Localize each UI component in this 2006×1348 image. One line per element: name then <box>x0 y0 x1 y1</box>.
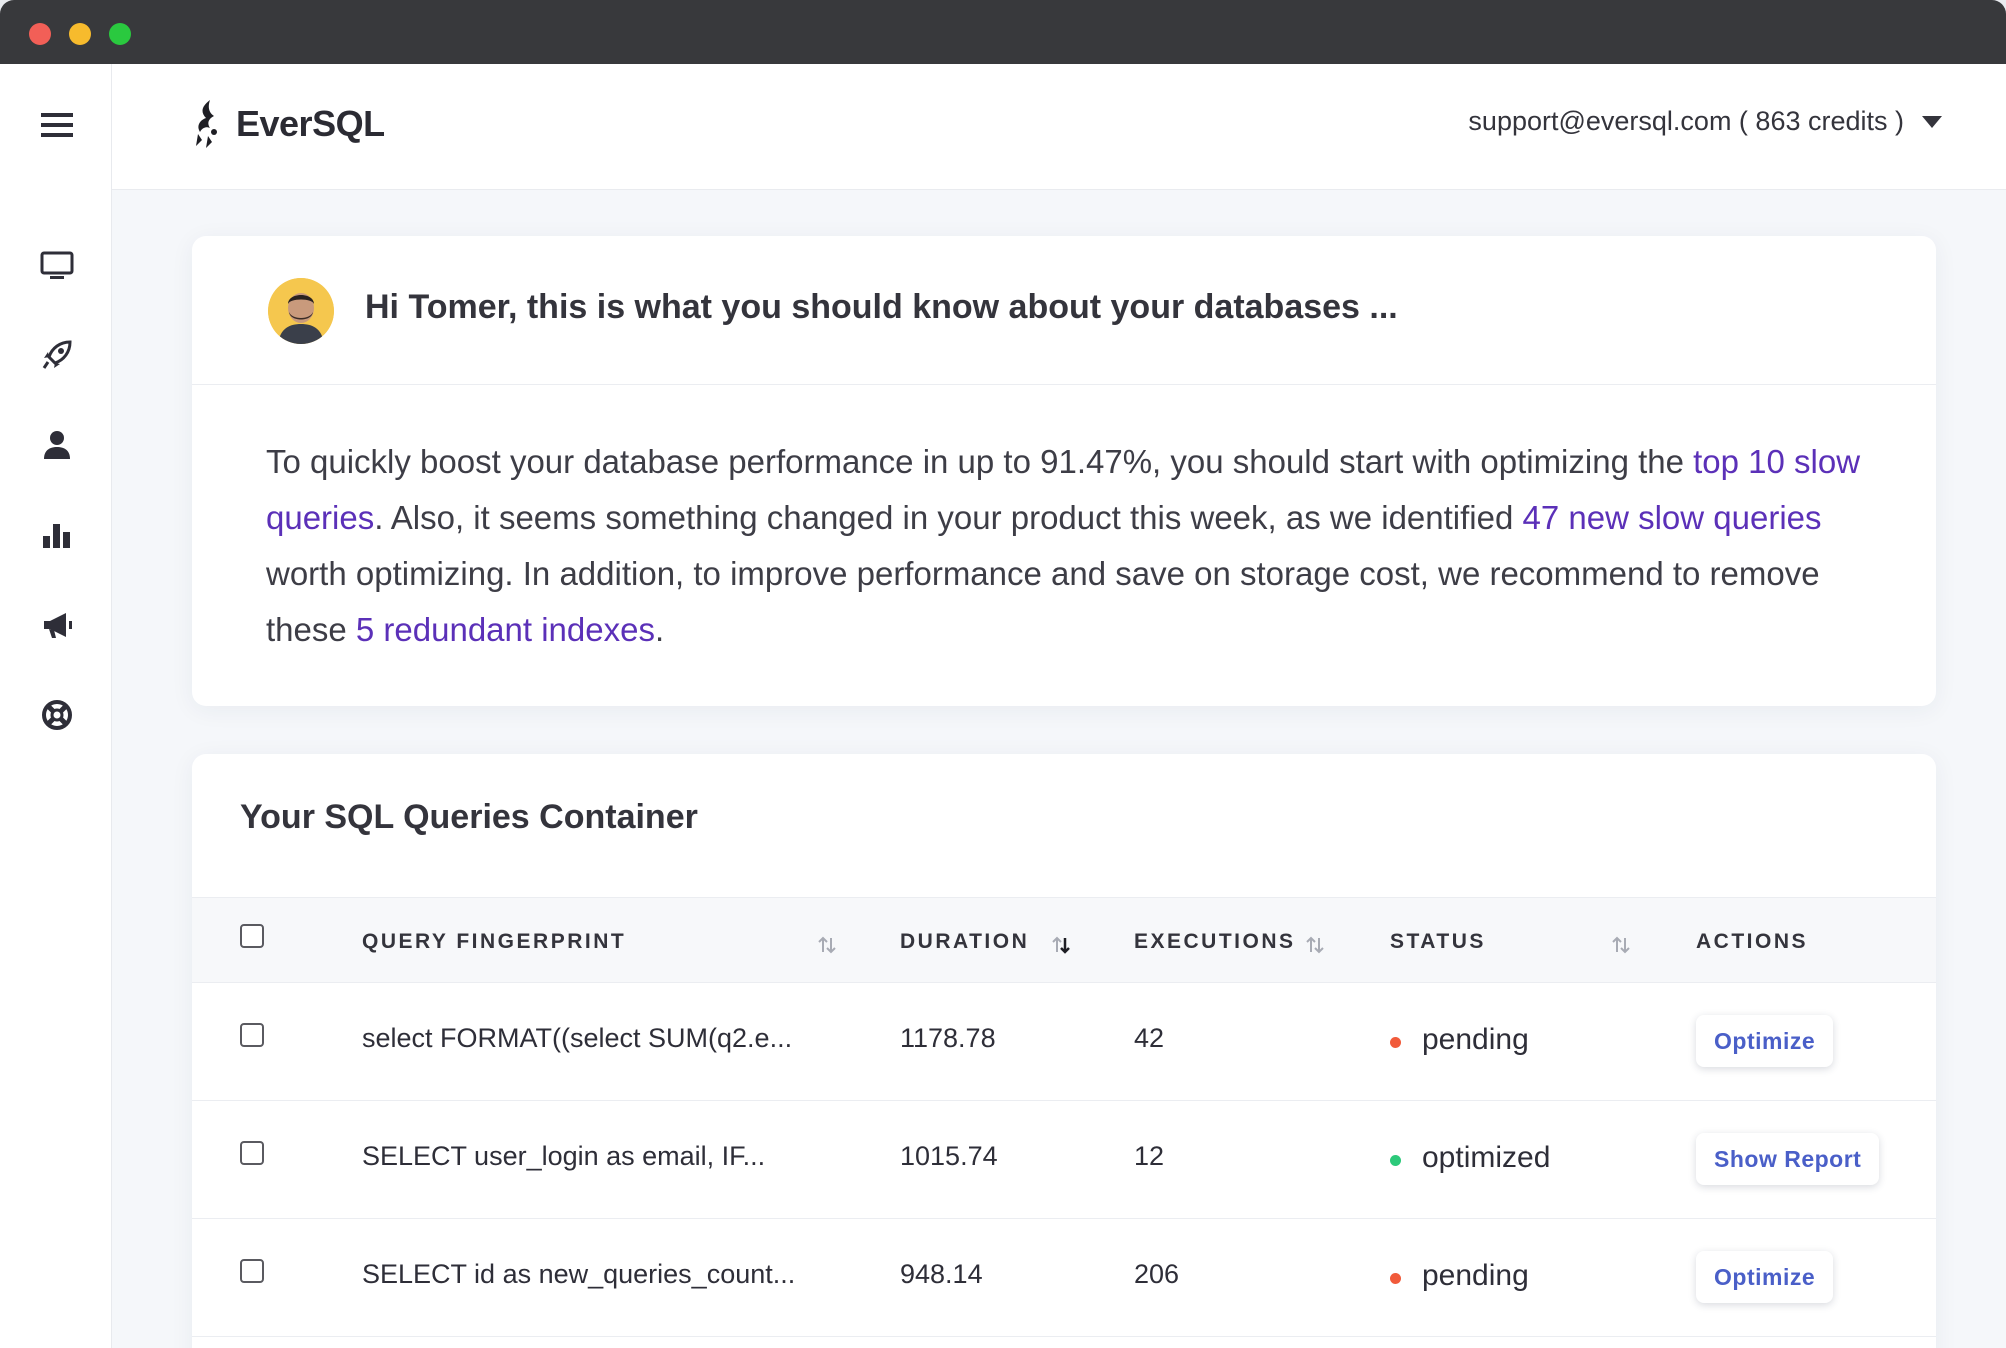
column-header-duration[interactable]: DURATION <box>900 930 1029 954</box>
account-label: support@eversql.com ( 863 credits ) <box>1468 106 1904 136</box>
queries-title: Your SQL Queries Container <box>240 798 698 836</box>
optimize-button[interactable]: Optimize <box>1696 1251 1834 1303</box>
insights-paragraph: To quickly boost your database performan… <box>266 434 1866 658</box>
monitor-icon[interactable] <box>38 246 76 284</box>
query-fingerprint: select FORMAT((select SUM(q2.e... <box>362 1023 793 1053</box>
minimize-window-button[interactable] <box>69 23 91 45</box>
insights-header: Hi Tomer, this is what you should know a… <box>192 236 1936 385</box>
select-all-checkbox[interactable] <box>240 924 264 948</box>
title-bar <box>0 0 2006 64</box>
query-status: pending <box>1422 1259 1529 1292</box>
app-name: EverSQL <box>236 103 385 144</box>
status-dot <box>1390 1037 1401 1048</box>
query-fingerprint: SELECT user_login as email, IF... <box>362 1141 766 1171</box>
maximize-window-button[interactable] <box>109 23 131 45</box>
query-executions: 42 <box>1134 1023 1165 1053</box>
lifebuoy-icon[interactable] <box>38 696 76 734</box>
table-header: QUERY FINGERPRINT DURATION EXECUTIONS ST… <box>192 897 1936 983</box>
megaphone-icon[interactable] <box>38 606 76 644</box>
query-duration: 1178.78 <box>900 1023 996 1053</box>
new-slow-queries-link[interactable]: 47 new slow queries <box>1523 499 1822 536</box>
sort-icon[interactable] <box>1610 934 1632 956</box>
user-icon[interactable] <box>38 426 76 464</box>
bar-chart-icon[interactable] <box>38 516 76 554</box>
row-checkbox[interactable] <box>240 1023 264 1047</box>
rocket-icon[interactable] <box>38 336 76 374</box>
status-dot <box>1390 1155 1401 1166</box>
insight-text-4: . <box>654 611 665 648</box>
avatar <box>268 278 334 344</box>
caret-down-icon <box>1922 115 1942 128</box>
query-executions: 206 <box>1134 1259 1180 1289</box>
sort-icon[interactable] <box>1304 934 1326 956</box>
menu-icon[interactable] <box>38 106 76 144</box>
optimize-button[interactable]: Optimize <box>1696 1015 1834 1067</box>
sort-desc-icon[interactable] <box>1050 934 1072 956</box>
table-row: select FORMAT((select SUM(q2.e... 1178.7… <box>192 983 1936 1101</box>
table-row: SELECT user_login as email, IF... 1015.7… <box>192 1101 1936 1219</box>
app-window: EverSQL support@eversql.com ( 863 credit… <box>0 0 2006 1348</box>
query-fingerprint: SELECT id as new_queries_count... <box>362 1259 796 1289</box>
column-header-executions[interactable]: EXECUTIONS <box>1134 930 1296 954</box>
query-duration: 948.14 <box>900 1259 983 1289</box>
sidebar <box>0 64 112 1348</box>
insights-card: Hi Tomer, this is what you should know a… <box>192 236 1936 706</box>
greeting-heading: Hi Tomer, this is what you should know a… <box>365 288 1398 326</box>
account-menu[interactable]: support@eversql.com ( 863 credits ) <box>1468 106 1942 137</box>
sort-icon[interactable] <box>816 934 838 956</box>
query-executions: 12 <box>1134 1141 1165 1171</box>
redundant-indexes-link[interactable]: 5 redundant indexes <box>356 611 655 648</box>
close-window-button[interactable] <box>29 23 51 45</box>
show-report-button[interactable]: Show Report <box>1696 1133 1880 1185</box>
status-dot <box>1390 1273 1401 1284</box>
row-checkbox[interactable] <box>240 1141 264 1165</box>
insight-text-1: To quickly boost your database performan… <box>266 443 1694 480</box>
queries-card: Your SQL Queries Container QUERY FINGERP… <box>192 754 1936 1348</box>
top-bar: EverSQL support@eversql.com ( 863 credit… <box>112 64 2006 190</box>
eversql-logo-icon <box>196 100 217 148</box>
logo[interactable]: EverSQL <box>190 94 385 154</box>
column-header-fingerprint[interactable]: QUERY FINGERPRINT <box>362 930 626 954</box>
row-checkbox[interactable] <box>240 1259 264 1283</box>
query-status: pending <box>1422 1023 1529 1056</box>
query-status: optimized <box>1422 1141 1551 1174</box>
insight-text-2: . Also, it seems something changed in yo… <box>374 499 1523 536</box>
column-header-status[interactable]: STATUS <box>1390 930 1486 954</box>
table-row: SELECT id as new_queries_count... 948.14… <box>192 1219 1936 1337</box>
query-duration: 1015.74 <box>900 1141 998 1171</box>
column-header-actions: ACTIONS <box>1696 930 1808 953</box>
